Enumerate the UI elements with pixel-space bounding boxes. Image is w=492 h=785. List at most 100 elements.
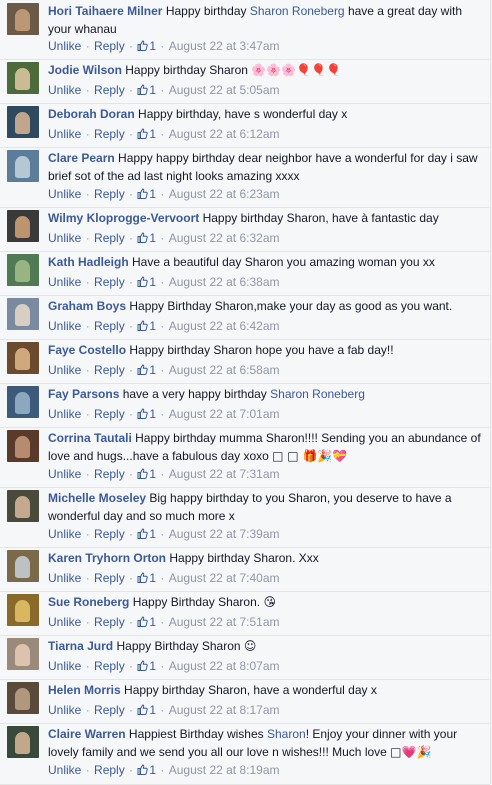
avatar[interactable] — [7, 490, 39, 522]
like-count-link[interactable]: 1 — [137, 659, 156, 673]
like-count-link[interactable]: 1 — [137, 231, 156, 245]
timestamp[interactable]: August 22 at 7:31am — [169, 467, 280, 481]
avatar[interactable] — [7, 386, 39, 418]
unlike-link[interactable]: Unlike — [48, 231, 81, 245]
like-count-link[interactable]: 1 — [137, 407, 156, 421]
reply-link[interactable]: Reply — [94, 527, 125, 541]
commenter-name[interactable]: Graham Boys — [48, 299, 126, 313]
commenter-name[interactable]: Sue Roneberg — [48, 595, 129, 609]
commenter-name[interactable]: Clare Pearn — [48, 151, 115, 165]
like-count-link[interactable]: 1 — [137, 763, 156, 777]
mention-link[interactable]: Sharon Roneberg — [250, 4, 345, 18]
avatar[interactable] — [7, 430, 39, 462]
commenter-name[interactable]: Karen Tryhorn Orton — [48, 551, 166, 565]
unlike-link[interactable]: Unlike — [48, 407, 81, 421]
avatar[interactable] — [7, 638, 39, 670]
unlike-link[interactable]: Unlike — [48, 319, 81, 333]
reply-link[interactable]: Reply — [94, 275, 125, 289]
commenter-name[interactable]: Fay Parsons — [48, 387, 119, 401]
avatar[interactable] — [7, 254, 39, 286]
commenter-name[interactable]: Tiarna Jurd — [48, 639, 113, 653]
thumbs-up-icon — [137, 527, 149, 539]
reply-link[interactable]: Reply — [94, 363, 125, 377]
commenter-name[interactable]: Jodie Wilson — [48, 63, 122, 77]
like-count-link[interactable]: 1 — [137, 39, 156, 53]
like-count-link[interactable]: 1 — [137, 467, 156, 481]
unlike-link[interactable]: Unlike — [48, 83, 81, 97]
avatar[interactable] — [7, 106, 39, 138]
timestamp[interactable]: August 22 at 7:40am — [169, 571, 280, 585]
like-count-link[interactable]: 1 — [137, 83, 156, 97]
avatar[interactable] — [7, 210, 39, 242]
commenter-name[interactable]: Deborah Doran — [48, 107, 135, 121]
avatar[interactable] — [7, 150, 39, 182]
like-count-link[interactable]: 1 — [137, 187, 156, 201]
timestamp[interactable]: August 22 at 8:19am — [169, 763, 280, 777]
avatar[interactable] — [7, 726, 39, 758]
commenter-name[interactable]: Hori Taihaere Milner — [48, 4, 162, 18]
reply-link[interactable]: Reply — [94, 231, 125, 245]
reply-link[interactable]: Reply — [94, 83, 125, 97]
unlike-link[interactable]: Unlike — [48, 467, 81, 481]
timestamp[interactable]: August 22 at 5:05am — [169, 83, 280, 97]
commenter-name[interactable]: Kath Hadleigh — [48, 255, 129, 269]
reply-link[interactable]: Reply — [94, 187, 125, 201]
timestamp[interactable]: August 22 at 6:23am — [169, 187, 280, 201]
avatar[interactable] — [7, 62, 39, 94]
timestamp[interactable]: August 22 at 6:58am — [169, 363, 280, 377]
avatar[interactable] — [7, 594, 39, 626]
reply-link[interactable]: Reply — [94, 659, 125, 673]
timestamp[interactable]: August 22 at 3:47am — [169, 39, 280, 53]
like-count-link[interactable]: 1 — [137, 527, 156, 541]
reply-link[interactable]: Reply — [94, 407, 125, 421]
like-count-link[interactable]: 1 — [137, 571, 156, 585]
avatar[interactable] — [7, 3, 39, 35]
unlike-link[interactable]: Unlike — [48, 187, 81, 201]
like-count-link[interactable]: 1 — [137, 615, 156, 629]
like-count-link[interactable]: 1 — [137, 703, 156, 717]
commenter-name[interactable]: Claire Warren — [48, 727, 126, 741]
timestamp[interactable]: August 22 at 6:42am — [169, 319, 280, 333]
avatar[interactable] — [7, 682, 39, 714]
reply-link[interactable]: Reply — [94, 467, 125, 481]
reply-link[interactable]: Reply — [94, 571, 125, 585]
avatar[interactable] — [7, 342, 39, 374]
timestamp[interactable]: August 22 at 6:12am — [169, 127, 280, 141]
reply-link[interactable]: Reply — [94, 127, 125, 141]
timestamp[interactable]: August 22 at 6:38am — [169, 275, 280, 289]
unlike-link[interactable]: Unlike — [48, 527, 81, 541]
commenter-name[interactable]: Helen Morris — [48, 683, 121, 697]
unlike-link[interactable]: Unlike — [48, 127, 81, 141]
reply-link[interactable]: Reply — [94, 615, 125, 629]
reply-link[interactable]: Reply — [94, 703, 125, 717]
timestamp[interactable]: August 22 at 7:39am — [169, 527, 280, 541]
unlike-link[interactable]: Unlike — [48, 659, 81, 673]
timestamp[interactable]: August 22 at 6:32am — [169, 231, 280, 245]
timestamp[interactable]: August 22 at 8:07am — [169, 659, 280, 673]
mention-link[interactable]: Sharon Roneberg — [270, 387, 365, 401]
commenter-name[interactable]: Michelle Moseley — [48, 491, 146, 505]
unlike-link[interactable]: Unlike — [48, 615, 81, 629]
unlike-link[interactable]: Unlike — [48, 363, 81, 377]
unlike-link[interactable]: Unlike — [48, 275, 81, 289]
like-count-link[interactable]: 1 — [137, 127, 156, 141]
timestamp[interactable]: August 22 at 8:17am — [169, 703, 280, 717]
like-count-link[interactable]: 1 — [137, 275, 156, 289]
unlike-link[interactable]: Unlike — [48, 763, 81, 777]
like-count-link[interactable]: 1 — [137, 319, 156, 333]
reply-link[interactable]: Reply — [94, 319, 125, 333]
commenter-name[interactable]: Corrina Tautali — [48, 431, 132, 445]
like-count-link[interactable]: 1 — [137, 363, 156, 377]
unlike-link[interactable]: Unlike — [48, 703, 81, 717]
commenter-name[interactable]: Faye Costello — [48, 343, 126, 357]
reply-link[interactable]: Reply — [94, 39, 125, 53]
timestamp[interactable]: August 22 at 7:01am — [169, 407, 280, 421]
mention-link[interactable]: Sharon — [267, 727, 306, 741]
avatar[interactable] — [7, 550, 39, 582]
unlike-link[interactable]: Unlike — [48, 571, 81, 585]
timestamp[interactable]: August 22 at 7:51am — [169, 615, 280, 629]
commenter-name[interactable]: Wilmy Kloprogge-Vervoort — [48, 211, 199, 225]
avatar[interactable] — [7, 298, 39, 330]
reply-link[interactable]: Reply — [94, 763, 125, 777]
unlike-link[interactable]: Unlike — [48, 39, 81, 53]
